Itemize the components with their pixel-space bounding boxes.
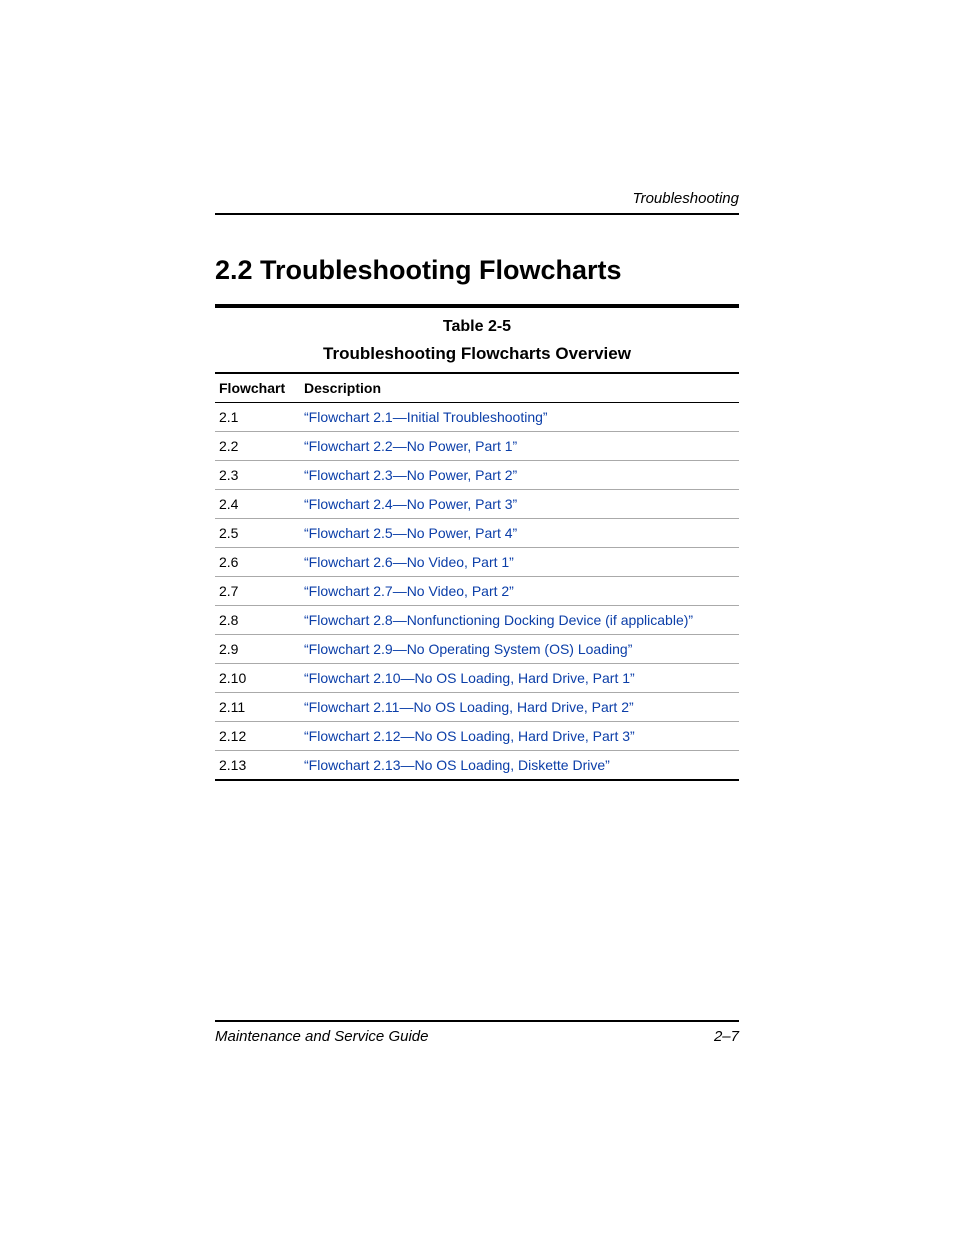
table-row: 2.6“Flowchart 2.6—No Video, Part 1” xyxy=(215,548,739,577)
flowchart-link[interactable]: “Flowchart 2.11—No OS Loading, Hard Driv… xyxy=(304,699,634,715)
cell-flowchart: 2.12 xyxy=(215,722,300,751)
cell-flowchart: 2.4 xyxy=(215,490,300,519)
cell-flowchart: 2.10 xyxy=(215,664,300,693)
cell-description: “Flowchart 2.11—No OS Loading, Hard Driv… xyxy=(300,693,739,722)
table-row: 2.4“Flowchart 2.4—No Power, Part 3” xyxy=(215,490,739,519)
table-row: 2.9“Flowchart 2.9—No Operating System (O… xyxy=(215,635,739,664)
cell-flowchart: 2.5 xyxy=(215,519,300,548)
running-head: Troubleshooting xyxy=(215,190,739,215)
flowchart-link[interactable]: “Flowchart 2.12—No OS Loading, Hard Driv… xyxy=(304,728,635,744)
table-row: 2.12“Flowchart 2.12—No OS Loading, Hard … xyxy=(215,722,739,751)
flowchart-link[interactable]: “Flowchart 2.2—No Power, Part 1” xyxy=(304,438,517,454)
cell-flowchart: 2.9 xyxy=(215,635,300,664)
cell-description: “Flowchart 2.5—No Power, Part 4” xyxy=(300,519,739,548)
cell-flowchart: 2.8 xyxy=(215,606,300,635)
table-row: 2.7“Flowchart 2.7—No Video, Part 2” xyxy=(215,577,739,606)
cell-description: “Flowchart 2.3—No Power, Part 2” xyxy=(300,461,739,490)
cell-flowchart: 2.6 xyxy=(215,548,300,577)
cell-flowchart: 2.11 xyxy=(215,693,300,722)
flowcharts-table: Flowchart Description 2.1“Flowchart 2.1—… xyxy=(215,372,739,781)
cell-description: “Flowchart 2.10—No OS Loading, Hard Driv… xyxy=(300,664,739,693)
flowchart-link[interactable]: “Flowchart 2.10—No OS Loading, Hard Driv… xyxy=(304,670,635,686)
cell-description: “Flowchart 2.9—No Operating System (OS) … xyxy=(300,635,739,664)
table-wrap: Table 2-5 Troubleshooting Flowcharts Ove… xyxy=(215,304,739,781)
table-row: 2.11“Flowchart 2.11—No OS Loading, Hard … xyxy=(215,693,739,722)
cell-flowchart: 2.1 xyxy=(215,403,300,432)
page-footer: Maintenance and Service Guide 2–7 xyxy=(215,1020,739,1045)
flowchart-link[interactable]: “Flowchart 2.3—No Power, Part 2” xyxy=(304,467,517,483)
col-header-flowchart: Flowchart xyxy=(215,373,300,403)
table-row: 2.2“Flowchart 2.2—No Power, Part 1” xyxy=(215,432,739,461)
flowchart-link[interactable]: “Flowchart 2.9—No Operating System (OS) … xyxy=(304,641,632,657)
table-row: 2.1“Flowchart 2.1—Initial Troubleshootin… xyxy=(215,403,739,432)
cell-flowchart: 2.3 xyxy=(215,461,300,490)
col-header-description: Description xyxy=(300,373,739,403)
flowchart-link[interactable]: “Flowchart 2.7—No Video, Part 2” xyxy=(304,583,514,599)
cell-description: “Flowchart 2.4—No Power, Part 3” xyxy=(300,490,739,519)
page-content: Troubleshooting 2.2 Troubleshooting Flow… xyxy=(215,190,739,1045)
cell-flowchart: 2.13 xyxy=(215,751,300,781)
footer-left: Maintenance and Service Guide xyxy=(215,1028,428,1045)
cell-description: “Flowchart 2.8—Nonfunctioning Docking De… xyxy=(300,606,739,635)
table-top-rule xyxy=(215,304,739,308)
flowchart-link[interactable]: “Flowchart 2.13—No OS Loading, Diskette … xyxy=(304,757,610,773)
cell-description: “Flowchart 2.7—No Video, Part 2” xyxy=(300,577,739,606)
table-row: 2.3“Flowchart 2.3—No Power, Part 2” xyxy=(215,461,739,490)
flowchart-link[interactable]: “Flowchart 2.5—No Power, Part 4” xyxy=(304,525,517,541)
flowchart-link[interactable]: “Flowchart 2.8—Nonfunctioning Docking De… xyxy=(304,612,693,628)
cell-description: “Flowchart 2.6—No Video, Part 1” xyxy=(300,548,739,577)
cell-description: “Flowchart 2.1—Initial Troubleshooting” xyxy=(300,403,739,432)
flowchart-link[interactable]: “Flowchart 2.4—No Power, Part 3” xyxy=(304,496,517,512)
flowchart-link[interactable]: “Flowchart 2.6—No Video, Part 1” xyxy=(304,554,514,570)
flowchart-link[interactable]: “Flowchart 2.1—Initial Troubleshooting” xyxy=(304,409,548,425)
table-row: 2.5“Flowchart 2.5—No Power, Part 4” xyxy=(215,519,739,548)
table-row: 2.13“Flowchart 2.13—No OS Loading, Diske… xyxy=(215,751,739,781)
table-number: Table 2-5 xyxy=(215,318,739,336)
cell-flowchart: 2.7 xyxy=(215,577,300,606)
footer-right: 2–7 xyxy=(714,1028,739,1045)
cell-description: “Flowchart 2.13—No OS Loading, Diskette … xyxy=(300,751,739,781)
section-heading: 2.2 Troubleshooting Flowcharts xyxy=(215,255,739,286)
table-row: 2.8“Flowchart 2.8—Nonfunctioning Docking… xyxy=(215,606,739,635)
table-row: 2.10“Flowchart 2.10—No OS Loading, Hard … xyxy=(215,664,739,693)
cell-description: “Flowchart 2.2—No Power, Part 1” xyxy=(300,432,739,461)
cell-flowchart: 2.2 xyxy=(215,432,300,461)
cell-description: “Flowchart 2.12—No OS Loading, Hard Driv… xyxy=(300,722,739,751)
table-header-row: Flowchart Description xyxy=(215,373,739,403)
table-title: Troubleshooting Flowcharts Overview xyxy=(215,344,739,364)
